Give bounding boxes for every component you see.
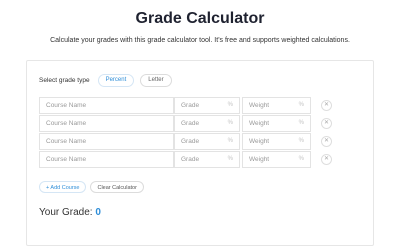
weight-input[interactable]: Weight % xyxy=(242,151,311,168)
percent-icon: % xyxy=(298,120,304,126)
grade-result-label: Your Grade: xyxy=(39,207,93,218)
weight-input[interactable]: Weight % xyxy=(242,115,311,132)
course-name-input[interactable]: Course Name xyxy=(39,151,174,168)
course-name-input[interactable]: Course Name xyxy=(39,115,174,132)
close-icon[interactable]: ✕ xyxy=(321,154,332,165)
grade-input[interactable]: Grade % xyxy=(174,151,240,168)
calculator-card: Select grade type Percent Letter Course … xyxy=(26,60,374,246)
percent-icon: % xyxy=(227,120,233,126)
grade-input-placeholder: Grade xyxy=(181,102,200,109)
grade-type-selector: Select grade type Percent Letter xyxy=(39,73,172,87)
grade-result: Your Grade: 0 xyxy=(39,207,101,218)
weight-input-placeholder: Weight xyxy=(249,120,270,127)
percent-icon: % xyxy=(298,138,304,144)
weight-input-placeholder: Weight xyxy=(249,138,270,145)
grade-type-letter-button[interactable]: Letter xyxy=(140,73,172,87)
percent-icon: % xyxy=(298,102,304,108)
grade-input[interactable]: Grade % xyxy=(174,115,240,132)
course-name-input[interactable]: Course Name xyxy=(39,97,174,114)
percent-icon: % xyxy=(227,156,233,162)
close-icon[interactable]: ✕ xyxy=(321,136,332,147)
grade-type-percent-button[interactable]: Percent xyxy=(97,73,135,87)
percent-icon: % xyxy=(227,138,233,144)
grade-input-placeholder: Grade xyxy=(181,156,200,163)
weight-input[interactable]: Weight % xyxy=(242,97,311,114)
grade-type-label: Select grade type xyxy=(39,76,90,84)
grade-input-placeholder: Grade xyxy=(181,120,200,127)
page-subtitle: Calculate your grades with this grade ca… xyxy=(50,37,350,44)
close-icon[interactable]: ✕ xyxy=(321,118,332,129)
close-icon[interactable]: ✕ xyxy=(321,100,332,111)
weight-input-placeholder: Weight xyxy=(249,102,270,109)
weight-input-placeholder: Weight xyxy=(249,156,270,163)
page-title: Grade Calculator xyxy=(135,10,265,27)
add-course-button[interactable]: + Add Course xyxy=(39,181,87,193)
clear-calculator-button[interactable]: Clear Calculator xyxy=(90,181,144,193)
grade-input-placeholder: Grade xyxy=(181,138,200,145)
grade-result-value: 0 xyxy=(95,207,101,218)
grade-input[interactable]: Grade % xyxy=(174,97,240,114)
percent-icon: % xyxy=(227,102,233,108)
course-name-input[interactable]: Course Name xyxy=(39,133,174,150)
grade-input[interactable]: Grade % xyxy=(174,133,240,150)
weight-input[interactable]: Weight % xyxy=(242,133,311,150)
percent-icon: % xyxy=(298,156,304,162)
calculator-actions: + Add Course Clear Calculator xyxy=(39,181,144,193)
